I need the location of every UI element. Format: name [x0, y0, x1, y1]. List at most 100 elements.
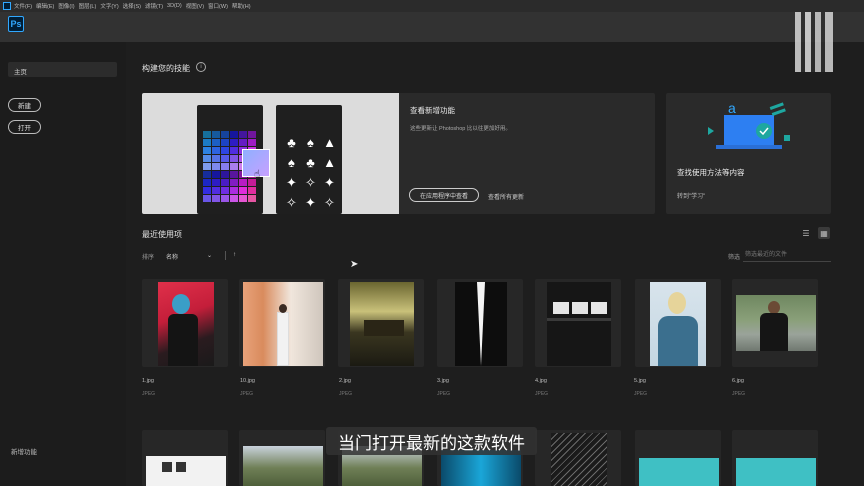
- recent-file-10[interactable]: [239, 279, 325, 367]
- color-swatch: [230, 187, 238, 194]
- recent-title: 最近使用项: [142, 230, 182, 239]
- menu-layer[interactable]: 图层(L): [79, 2, 97, 10]
- color-swatch: [230, 131, 238, 138]
- color-swatch: [230, 147, 238, 154]
- menu-image[interactable]: 图像(I): [58, 2, 74, 10]
- file-type: JPEG: [732, 391, 746, 397]
- whats-new-card[interactable]: ☝ ♣ ♠ ▲ ♠ ♣ ▲ ✦ ✧ ✦ ✧ ✦ ✧ 查看新增功能 这些更新让 P…: [142, 93, 655, 214]
- color-swatch: [203, 155, 211, 162]
- ps-logo-icon[interactable]: Ps: [8, 16, 24, 32]
- menu-file[interactable]: 文件(F): [14, 2, 32, 10]
- color-swatch: [212, 155, 220, 162]
- color-swatch: [230, 171, 238, 178]
- recent-file-row2[interactable]: [732, 430, 818, 486]
- shapes-grid: ♣ ♠ ▲ ♠ ♣ ▲ ✦ ✧ ✦ ✧ ✦ ✧: [284, 135, 337, 211]
- figure-shape-icon: ✧: [324, 195, 335, 210]
- figure-shape-icon: ✦: [324, 175, 335, 190]
- color-swatch: [203, 195, 211, 202]
- tree-shape-icon: ♠: [307, 135, 314, 150]
- recent-file-row2[interactable]: [635, 430, 721, 486]
- menu-window[interactable]: 窗口(W): [208, 2, 228, 10]
- menu-filter[interactable]: 滤镜(T): [145, 2, 163, 10]
- view-all-updates-link[interactable]: 查看所有更新: [488, 192, 524, 201]
- color-swatch: [239, 187, 247, 194]
- thumbnail-image: [158, 282, 214, 366]
- color-swatch: [239, 179, 247, 186]
- thumbnail-image: [441, 450, 521, 486]
- color-swatch: [203, 131, 211, 138]
- file-name: 4.jpg: [535, 378, 547, 384]
- menu-view[interactable]: 视图(V): [186, 2, 204, 10]
- thumbnail-image: [243, 446, 323, 486]
- recent-file-row2[interactable]: [535, 430, 621, 486]
- color-swatch: [221, 179, 229, 186]
- color-swatch: [221, 139, 229, 146]
- list-view-icon[interactable]: ☰: [800, 227, 812, 239]
- thumbnail-image: [650, 282, 706, 366]
- recent-file-2[interactable]: [338, 279, 424, 367]
- whats-new-illustration: ☝ ♣ ♠ ▲ ♠ ♣ ▲ ✦ ✧ ✦ ✧ ✦ ✧: [142, 93, 399, 214]
- hand-cursor-icon: ☝: [254, 169, 261, 180]
- whats-new-description: 这些更新让 Photoshop 比以往更加好用。: [410, 126, 511, 132]
- color-swatch: [221, 131, 229, 138]
- recent-file-row2[interactable]: [142, 430, 228, 486]
- color-swatch: [239, 131, 247, 138]
- tree-shape-icon: ♠: [288, 155, 295, 170]
- color-swatch: [221, 147, 229, 154]
- file-type: JPEG: [240, 391, 254, 397]
- tree-shape-icon: ▲: [323, 155, 336, 170]
- color-swatch: [248, 131, 256, 138]
- sort-select[interactable]: 名称: [166, 252, 178, 261]
- menu-3d[interactable]: 3D(D): [167, 3, 182, 9]
- tree-shape-icon: ♣: [287, 135, 296, 150]
- color-swatch: [248, 139, 256, 146]
- recent-file-4[interactable]: [535, 279, 621, 367]
- window-controls-strip: [795, 12, 833, 72]
- go-to-learn-link[interactable]: 转到"学习": [677, 191, 705, 200]
- menu-type[interactable]: 文字(Y): [100, 2, 118, 10]
- menu-help[interactable]: 帮助(H): [232, 2, 251, 10]
- file-name: 1.jpg: [142, 378, 154, 384]
- recent-file-3[interactable]: [437, 279, 523, 367]
- view-in-app-button[interactable]: 在应用程序中查看: [409, 188, 479, 202]
- file-type: JPEG: [535, 391, 549, 397]
- menu-select[interactable]: 选择(S): [123, 2, 141, 10]
- color-swatch: [239, 195, 247, 202]
- file-type: JPEG: [634, 391, 648, 397]
- thumbnail-image: [547, 282, 611, 366]
- menu-edit[interactable]: 编辑(E): [36, 2, 54, 10]
- tree-shape-icon: ♣: [306, 155, 315, 170]
- color-swatch: [221, 155, 229, 162]
- file-name: 6.jpg: [732, 378, 744, 384]
- open-button[interactable]: 打开: [8, 120, 41, 134]
- color-swatch: [221, 187, 229, 194]
- thumbnail-image: [146, 456, 226, 486]
- sort-label: 排序: [142, 255, 155, 261]
- learn-card[interactable]: a 查找使用方法等内容 转到"学习": [666, 93, 831, 214]
- new-button[interactable]: 新建: [8, 98, 41, 112]
- shapes-panel: ♣ ♠ ▲ ♠ ♣ ▲ ✦ ✧ ✦ ✧ ✦ ✧: [276, 105, 342, 214]
- color-swatch: [212, 179, 220, 186]
- sidebar-new-features[interactable]: 新增功能: [11, 446, 37, 456]
- sidebar-item-home[interactable]: 主页: [8, 62, 117, 77]
- color-swatch: [230, 139, 238, 146]
- color-swatch: [230, 155, 238, 162]
- color-swatch: [212, 139, 220, 146]
- color-swatch: [212, 131, 220, 138]
- recent-file-row2[interactable]: [239, 430, 325, 486]
- info-icon[interactable]: i: [196, 62, 206, 72]
- color-swatch: [212, 187, 220, 194]
- recent-file-5[interactable]: [635, 279, 721, 367]
- video-subtitle: 当门打开最新的这款软件: [326, 427, 537, 455]
- sort-direction-icon[interactable]: ↑: [233, 252, 236, 258]
- color-swatch: [221, 195, 229, 202]
- learn-heading: 查找使用方法等内容: [677, 168, 745, 177]
- filter-input[interactable]: [743, 249, 831, 262]
- recent-file-1[interactable]: [142, 279, 228, 367]
- whats-new-heading: 查看新增功能: [410, 106, 455, 115]
- grid-view-icon[interactable]: ▦: [818, 227, 830, 239]
- sort-dropdown-icon[interactable]: ⌄: [207, 252, 212, 259]
- recent-file-6[interactable]: [732, 279, 818, 367]
- thumbnail-image: [243, 282, 323, 366]
- file-name: 3.jpg: [437, 378, 449, 384]
